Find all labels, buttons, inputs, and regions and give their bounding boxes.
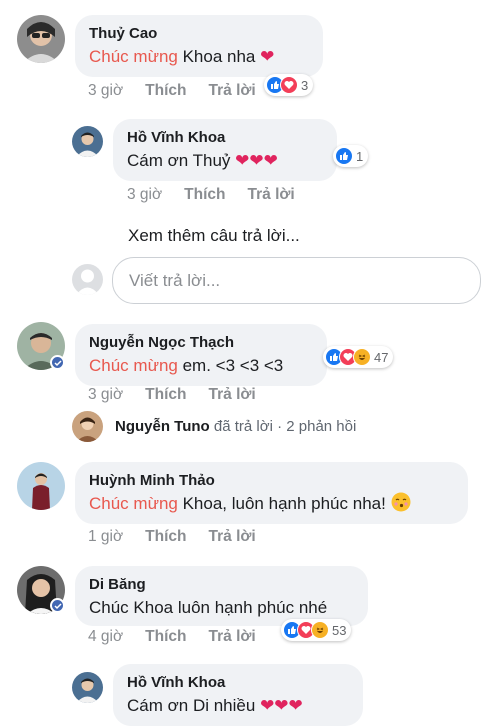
like-action[interactable]: Thích [145, 628, 186, 645]
reply-input[interactable]: Viết trả lời... [112, 257, 481, 304]
reply-count: 2 phản hồi [286, 418, 357, 435]
heart-icon: ❤ [260, 47, 275, 66]
avatar[interactable] [17, 462, 65, 510]
comment-body: Khoa nha [177, 47, 256, 66]
reply-action-text: đã trả lời [209, 418, 273, 435]
highlight-text: Chúc mừng [89, 494, 178, 513]
verified-badge-icon [50, 355, 65, 370]
comment-text: Chúc mừng em. <3 <3 <3 [89, 353, 313, 379]
avatar[interactable] [72, 411, 103, 442]
reaction-count: 47 [374, 349, 389, 365]
commenter-name[interactable]: Nguyễn Ngọc Thạch [89, 333, 313, 353]
commenter-name[interactable]: Di Băng [89, 575, 354, 595]
commenter-name[interactable]: Hồ Vĩnh Khoa [127, 673, 349, 693]
highlight-text: Chúc mừng [89, 356, 178, 375]
comment-time[interactable]: 4 giờ [88, 628, 123, 646]
comment-bubble: Thuỷ Cao Chúc mừng Khoa nha ❤ [75, 15, 323, 77]
replier-name[interactable]: Nguyễn Tuno [115, 418, 210, 435]
comment-actions: 3 giờ Thích Trả lời [127, 186, 295, 204]
comment-bubble: Hồ Vĩnh Khoa Cám ơn Di nhiều ❤❤❤ [113, 664, 363, 726]
like-icon [335, 147, 353, 165]
comment-text: Chúc mừng Khoa nha ❤ [89, 44, 309, 70]
reaction-count: 1 [356, 148, 364, 164]
comment-time[interactable]: 3 giờ [88, 82, 123, 100]
comment-body: Cám ơn Thuỷ [127, 151, 231, 170]
reply-action[interactable]: Trả lời [209, 386, 256, 403]
reaction-count: 3 [301, 77, 309, 93]
comment-body: Khoa, luôn hạnh phúc nha! [177, 494, 386, 513]
kissing-face-icon [391, 492, 411, 520]
commenter-name[interactable]: Huỳnh Minh Thảo [89, 471, 454, 491]
like-action[interactable]: Thích [184, 186, 225, 203]
haha-icon [311, 621, 329, 639]
comment-actions: 1 giờ Thích Trả lời [88, 528, 256, 546]
comment-time[interactable]: 1 giờ [88, 528, 123, 546]
comment-text: Chúc Khoa luôn hạnh phúc nhé [89, 595, 354, 621]
haha-icon [353, 348, 371, 366]
commenter-name[interactable]: Hồ Vĩnh Khoa [127, 128, 323, 148]
heart-icon: ❤❤❤ [235, 151, 278, 170]
comment-bubble: Huỳnh Minh Thảo Chúc mừng Khoa, luôn hạn… [75, 462, 468, 524]
reaction-summary[interactable]: 47 [323, 346, 394, 368]
comment-bubble: Hồ Vĩnh Khoa Cám ơn Thuỷ ❤❤❤ [113, 119, 337, 181]
comment-actions: 3 giờ Thích Trả lời [88, 386, 256, 404]
comment-time[interactable]: 3 giờ [127, 186, 162, 204]
comment-text: Chúc mừng Khoa, luôn hạnh phúc nha! [89, 491, 454, 520]
reaction-summary[interactable]: 3 [264, 74, 314, 96]
love-icon [280, 76, 298, 94]
reply-action[interactable]: Trả lời [209, 528, 256, 545]
avatar[interactable] [17, 15, 65, 63]
reply-action[interactable]: Trả lời [209, 628, 256, 645]
reply-placeholder: Viết trả lời... [129, 270, 221, 290]
comment-actions: 4 giờ Thích Trả lời [88, 628, 256, 646]
reply-action[interactable]: Trả lời [248, 186, 295, 203]
reaction-summary[interactable]: 53 [281, 619, 352, 641]
comment-bubble: Di Băng Chúc Khoa luôn hạnh phúc nhé [75, 566, 368, 626]
comment-text: Cám ơn Di nhiều ❤❤❤ [127, 693, 349, 719]
heart-icon: ❤❤❤ [260, 696, 303, 715]
comment-time[interactable]: 3 giờ [88, 386, 123, 404]
comment-bubble: Nguyễn Ngọc Thạch Chúc mừng em. <3 <3 <3 [75, 324, 327, 386]
comment-body: Chúc Khoa luôn hạnh phúc nhé [89, 598, 328, 617]
highlight-text: Chúc mừng [89, 47, 178, 66]
separator-dot: · [272, 418, 287, 435]
avatar [72, 264, 103, 295]
reply-action[interactable]: Trả lời [209, 82, 256, 99]
reaction-count: 53 [332, 622, 347, 638]
reaction-summary[interactable]: 1 [333, 145, 369, 167]
like-action[interactable]: Thích [145, 386, 186, 403]
verified-badge-icon [50, 598, 65, 613]
comment-body: em. <3 <3 <3 [177, 356, 284, 375]
avatar[interactable] [72, 126, 103, 157]
avatar[interactable] [72, 672, 103, 703]
like-action[interactable]: Thích [145, 528, 186, 545]
comment-actions: 3 giờ Thích Trả lời [88, 82, 256, 100]
comment-body: Cám ơn Di nhiều [127, 696, 256, 715]
reply-summary-link[interactable]: Nguyễn Tuno đã trả lời · 2 phản hồi [115, 418, 356, 435]
commenter-name[interactable]: Thuỷ Cao [89, 24, 309, 44]
like-action[interactable]: Thích [145, 82, 186, 99]
comment-text: Cám ơn Thuỷ ❤❤❤ [127, 148, 323, 174]
more-replies-link[interactable]: Xem thêm câu trả lời... [128, 226, 300, 246]
